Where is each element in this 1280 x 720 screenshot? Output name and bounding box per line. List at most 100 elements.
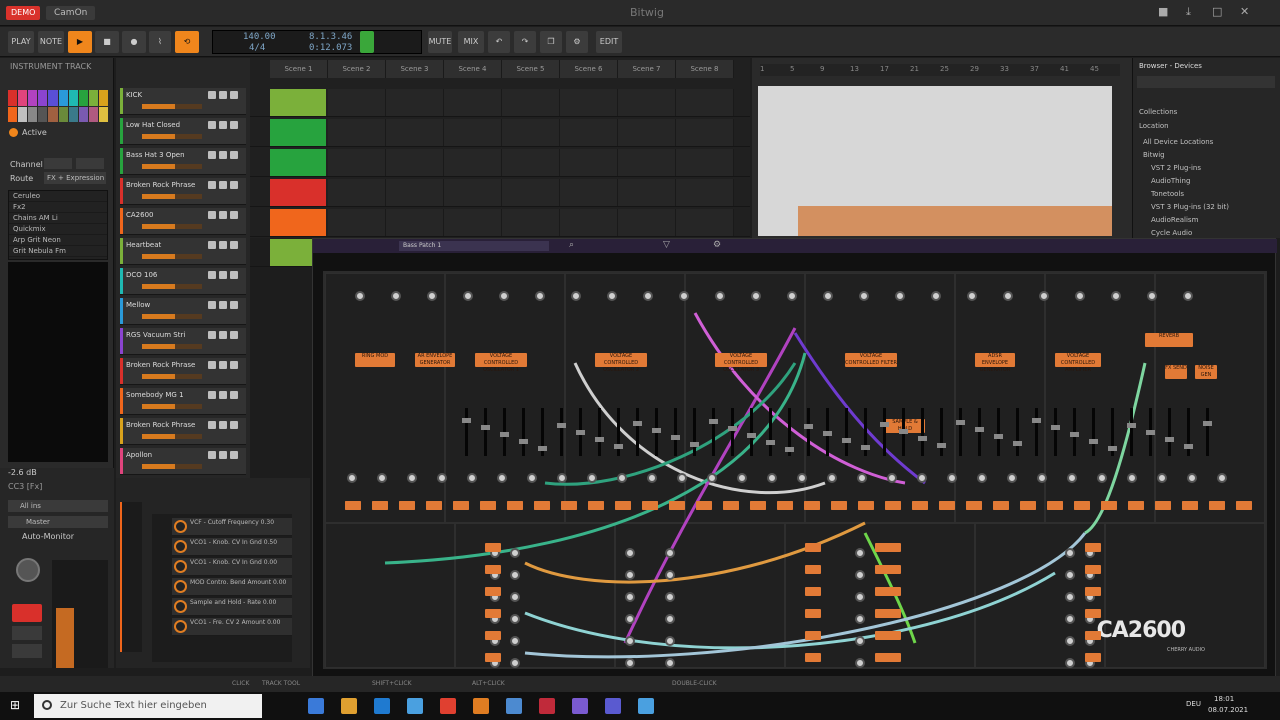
track-toggle-button[interactable] bbox=[230, 211, 238, 219]
module-slider[interactable] bbox=[1108, 408, 1117, 456]
track-header[interactable]: Broken Rock Phrase bbox=[120, 358, 246, 385]
patch-jack[interactable] bbox=[499, 291, 509, 301]
scene-header[interactable]: Scene 6 bbox=[560, 60, 618, 78]
track-volume-fader[interactable] bbox=[142, 434, 202, 439]
play-icon[interactable]: ▶ bbox=[68, 31, 92, 53]
loop-button[interactable]: ⟲ bbox=[175, 31, 199, 53]
taskbar-app-icon[interactable] bbox=[407, 698, 423, 714]
track-header[interactable]: Apollon bbox=[120, 448, 246, 475]
track-toggle-button[interactable] bbox=[219, 271, 227, 279]
track-header[interactable]: Broken Rock Phrase bbox=[120, 418, 246, 445]
track-toggle-button[interactable] bbox=[219, 151, 227, 159]
play-mode-button[interactable]: PLAY bbox=[8, 31, 34, 53]
patch-jack[interactable] bbox=[977, 473, 987, 483]
clip-slot-empty[interactable] bbox=[676, 179, 734, 206]
patch-jack[interactable] bbox=[391, 291, 401, 301]
track-volume-fader[interactable] bbox=[142, 104, 202, 109]
track-header[interactable]: Somebody MG 1 bbox=[120, 388, 246, 415]
track-volume-fader[interactable] bbox=[142, 254, 202, 259]
track-toggle-button[interactable] bbox=[230, 91, 238, 99]
patch-jack[interactable] bbox=[571, 291, 581, 301]
channel-select[interactable] bbox=[44, 158, 72, 169]
patch-jack[interactable] bbox=[1075, 291, 1085, 301]
patch-jack[interactable] bbox=[887, 473, 897, 483]
monitor-toggle[interactable]: Auto-Monitor bbox=[22, 532, 74, 541]
channel-select-to[interactable] bbox=[76, 158, 104, 169]
mute-button[interactable] bbox=[12, 626, 42, 640]
module-button[interactable] bbox=[875, 631, 891, 640]
patch-jack[interactable] bbox=[665, 570, 675, 580]
patch-jack[interactable] bbox=[665, 636, 675, 646]
tempo-readout[interactable]: 140.00 bbox=[243, 32, 276, 42]
module-button[interactable] bbox=[805, 587, 821, 596]
browser-section-collections[interactable]: Collections bbox=[1139, 108, 1177, 116]
module-button[interactable] bbox=[485, 653, 501, 662]
patch-jack[interactable] bbox=[625, 570, 635, 580]
track-toggle-button[interactable] bbox=[230, 421, 238, 429]
patch-jack[interactable] bbox=[527, 473, 537, 483]
preset-select[interactable]: Bass Patch 1 bbox=[399, 241, 549, 251]
track-toggle-button[interactable] bbox=[219, 301, 227, 309]
patch-jack[interactable] bbox=[767, 473, 777, 483]
clip-slot-empty[interactable] bbox=[328, 179, 386, 206]
power-icon[interactable] bbox=[9, 128, 18, 137]
module-slider[interactable] bbox=[1184, 408, 1193, 456]
track-toggle-button[interactable] bbox=[219, 121, 227, 129]
patch-jack[interactable] bbox=[347, 473, 357, 483]
mix-view-button[interactable]: MUTE bbox=[428, 31, 452, 53]
module-button[interactable] bbox=[875, 565, 891, 574]
track-header[interactable]: KICK bbox=[120, 88, 246, 115]
record-icon[interactable]: ● bbox=[122, 31, 146, 53]
track-volume-fader[interactable] bbox=[142, 164, 202, 169]
color-swatch[interactable] bbox=[98, 106, 108, 122]
track-volume-fader[interactable] bbox=[142, 194, 202, 199]
module-button[interactable] bbox=[1085, 587, 1101, 596]
patch-jack[interactable] bbox=[647, 473, 657, 483]
settings-icon[interactable]: ⚙ bbox=[713, 240, 721, 250]
module-button[interactable] bbox=[1085, 543, 1101, 552]
patch-jack[interactable] bbox=[1183, 291, 1193, 301]
module-slider[interactable] bbox=[766, 408, 775, 456]
browser-item[interactable]: All Device Locations bbox=[1143, 138, 1213, 146]
device-parameter[interactable]: Sample and Hold - Rate 0.00 bbox=[172, 598, 292, 616]
device-list-item[interactable]: Fx2 bbox=[9, 202, 107, 213]
taskbar-search-input[interactable]: Zur Suche Text hier eingeben bbox=[34, 694, 262, 718]
patch-jack[interactable] bbox=[1065, 570, 1075, 580]
clip-slot-filled[interactable] bbox=[270, 209, 326, 236]
clip-slot-empty[interactable] bbox=[386, 119, 444, 146]
patch-jack[interactable] bbox=[1037, 473, 1047, 483]
patch-jack[interactable] bbox=[665, 592, 675, 602]
color-swatch[interactable] bbox=[78, 106, 88, 122]
scene-header[interactable]: Scene 3 bbox=[386, 60, 444, 78]
track-volume-fader[interactable] bbox=[142, 134, 202, 139]
parameter-knob[interactable] bbox=[174, 600, 187, 613]
track-toggle-button[interactable] bbox=[219, 451, 227, 459]
track-toggle-button[interactable] bbox=[219, 181, 227, 189]
clip-slot-empty[interactable] bbox=[502, 149, 560, 176]
language-indicator[interactable]: DEU bbox=[1186, 700, 1201, 708]
volume-knob[interactable] bbox=[16, 558, 40, 582]
patch-jack[interactable] bbox=[1157, 473, 1167, 483]
patch-jack[interactable] bbox=[715, 291, 725, 301]
device-list-item[interactable]: Arp Grit Neon bbox=[9, 235, 107, 246]
color-swatch[interactable] bbox=[8, 106, 18, 122]
module-slider[interactable] bbox=[519, 408, 528, 456]
clip-slot-empty[interactable] bbox=[386, 89, 444, 116]
track-toggle-button[interactable] bbox=[219, 421, 227, 429]
color-swatch[interactable] bbox=[68, 106, 78, 122]
track-toggle-button[interactable] bbox=[208, 211, 216, 219]
track-volume-fader[interactable] bbox=[142, 344, 202, 349]
module-slider[interactable] bbox=[690, 408, 699, 456]
patch-jack[interactable] bbox=[625, 636, 635, 646]
module-button[interactable] bbox=[875, 653, 891, 662]
module-button[interactable] bbox=[485, 631, 501, 640]
patch-jack[interactable] bbox=[510, 614, 520, 624]
route-select[interactable]: FX + Expression bbox=[44, 172, 106, 184]
patch-jack[interactable] bbox=[617, 473, 627, 483]
taskbar-app-icon[interactable] bbox=[341, 698, 357, 714]
module-slider[interactable] bbox=[538, 408, 547, 456]
patch-cables[interactable] bbox=[325, 273, 1269, 671]
module-slider[interactable] bbox=[823, 408, 832, 456]
copy-icon[interactable]: ❐ bbox=[540, 31, 562, 53]
module-button[interactable] bbox=[805, 543, 821, 552]
